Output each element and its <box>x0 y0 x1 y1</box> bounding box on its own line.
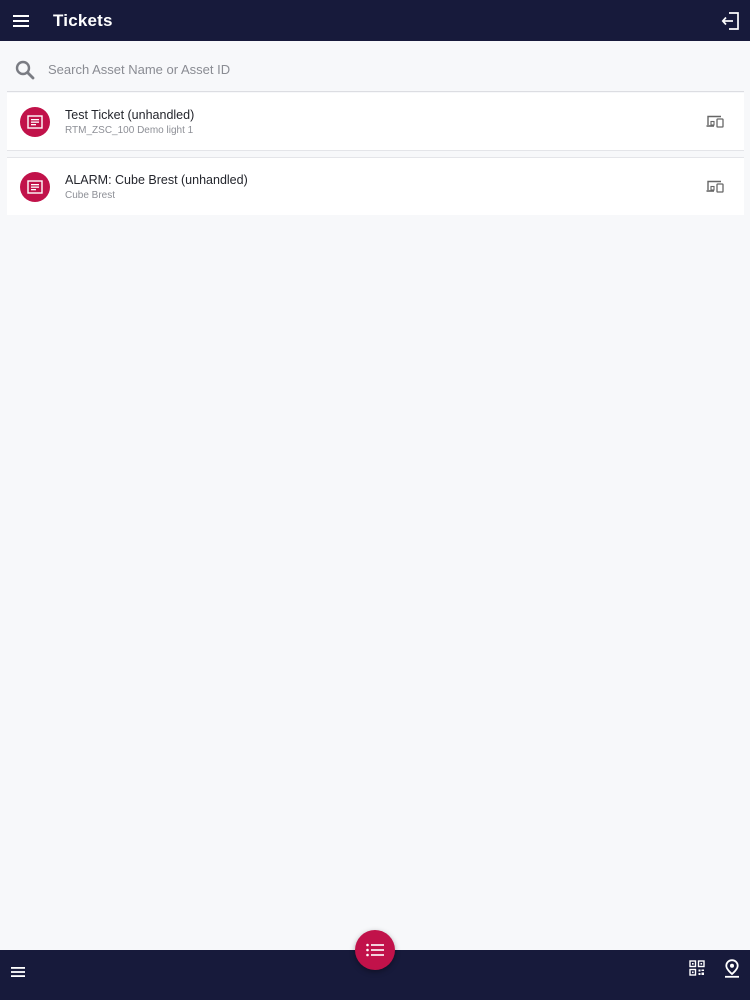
logout-button[interactable] <box>718 8 744 34</box>
devices-icon <box>706 115 724 128</box>
devices-icon <box>706 180 724 193</box>
ticket-avatar <box>20 171 50 202</box>
ticket-avatar <box>20 106 50 137</box>
list-fab-button[interactable] <box>355 930 395 970</box>
list-icon <box>366 943 384 957</box>
ticket-icon <box>27 114 43 129</box>
ticket-title: Test Ticket (unhandled) <box>65 107 195 122</box>
hamburger-menu-icon <box>13 14 29 27</box>
ticket-icon <box>27 179 43 194</box>
search-icon <box>15 60 35 79</box>
bottom-menu-button[interactable] <box>9 963 27 981</box>
ticket-item-alarm-cube-brest[interactable]: ALARM: Cube Brest (unhandled) Cube Brest <box>7 157 744 215</box>
search-input[interactable] <box>48 62 688 77</box>
logout-icon <box>721 12 739 30</box>
qr-code-icon[interactable] <box>689 960 705 976</box>
ticket-subtitle: RTM_ZSC_100 Demo light 1 <box>65 124 194 136</box>
menu-button[interactable] <box>0 0 42 41</box>
location-pin-icon[interactable] <box>724 959 740 978</box>
search-bar <box>7 48 744 92</box>
ticket-device-button[interactable] <box>706 180 724 194</box>
hamburger-menu-icon <box>11 967 25 977</box>
page-title: Tickets <box>53 10 113 30</box>
ticket-subtitle: Cube Brest <box>65 189 116 201</box>
ticket-device-button[interactable] <box>706 115 724 129</box>
ticket-title: ALARM: Cube Brest (unhandled) <box>65 172 248 187</box>
ticket-item-test-ticket[interactable]: Test Ticket (unhandled) RTM_ZSC_100 Demo… <box>7 93 744 151</box>
ticket-list: Test Ticket (unhandled) RTM_ZSC_100 Demo… <box>7 93 744 215</box>
top-app-bar: Tickets <box>0 0 750 41</box>
